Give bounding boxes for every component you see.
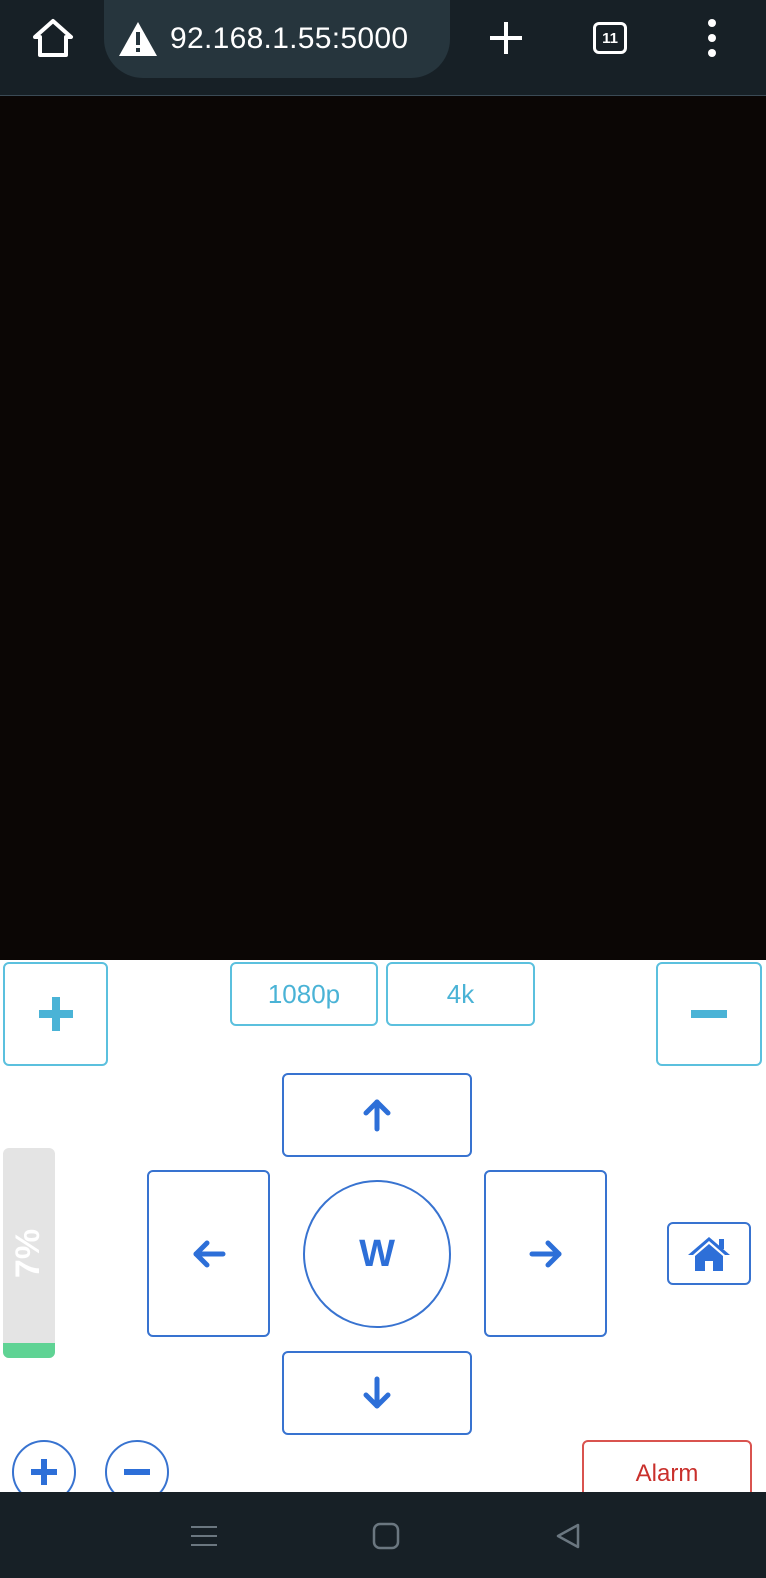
tab-switcher-button[interactable]: 11 xyxy=(582,10,638,66)
home-icon xyxy=(33,19,73,57)
kebab-menu-icon xyxy=(708,19,716,27)
minus-icon xyxy=(691,1010,727,1018)
browser-home-button[interactable] xyxy=(22,12,84,64)
zoom-in-button[interactable] xyxy=(3,962,108,1066)
resolution-4k-button[interactable]: 4k xyxy=(386,962,535,1026)
focus-minus-button[interactable] xyxy=(105,1440,169,1492)
new-tab-button[interactable] xyxy=(476,10,536,66)
pan-right-button[interactable] xyxy=(484,1170,607,1337)
warning-icon[interactable] xyxy=(118,21,158,57)
resolution-label: 4k xyxy=(446,978,475,1009)
pan-up-button[interactable] xyxy=(282,1073,472,1157)
system-navigation-bar xyxy=(0,1492,766,1578)
system-back-button[interactable] xyxy=(548,1516,588,1556)
pan-down-button[interactable] xyxy=(282,1351,472,1435)
minus-icon xyxy=(124,1469,150,1475)
url-text: 92.168.1.55:5000 xyxy=(170,22,409,55)
wide-view-button[interactable]: W xyxy=(303,1180,451,1328)
tabs-icon: 11 xyxy=(593,22,627,54)
pan-left-button[interactable] xyxy=(147,1170,270,1337)
camera-video-stream xyxy=(0,97,766,960)
resolution-label: 1080p xyxy=(267,978,341,1009)
arrow-down-icon xyxy=(363,1376,391,1409)
plus-icon xyxy=(31,1459,57,1485)
system-home-button[interactable] xyxy=(366,1516,406,1556)
alarm-button[interactable]: Alarm xyxy=(582,1440,752,1492)
resolution-1080p-button[interactable]: 1080p xyxy=(230,962,378,1026)
house-icon xyxy=(688,1236,730,1271)
center-button-label: W xyxy=(359,1232,395,1275)
level-value: 7% xyxy=(3,1148,55,1358)
browser-menu-button[interactable] xyxy=(692,10,732,66)
recent-apps-button[interactable] xyxy=(184,1516,224,1556)
browser-toolbar: 92.168.1.55:5000 11 xyxy=(0,0,766,96)
zoom-out-button[interactable] xyxy=(656,962,762,1066)
home-square-icon xyxy=(372,1522,400,1550)
plus-icon xyxy=(38,997,73,1031)
kebab-dot xyxy=(708,34,716,42)
home-position-button[interactable] xyxy=(667,1222,751,1285)
recent-apps-icon xyxy=(191,1526,217,1546)
alarm-label: Alarm xyxy=(635,1460,699,1487)
arrow-left-icon xyxy=(193,1240,225,1267)
back-triangle-icon xyxy=(556,1523,580,1549)
plus-icon xyxy=(490,22,522,54)
focus-plus-button[interactable] xyxy=(12,1440,76,1492)
level-label: 7% xyxy=(9,1228,48,1278)
address-bar[interactable]: 92.168.1.55:5000 xyxy=(104,0,450,78)
tab-count: 11 xyxy=(602,29,618,47)
kebab-dot xyxy=(708,49,716,57)
arrow-right-icon xyxy=(529,1240,561,1267)
arrow-up-icon xyxy=(363,1099,391,1132)
ptz-control-panel: 1080p 4k W 7% Alarm xyxy=(0,960,766,1492)
